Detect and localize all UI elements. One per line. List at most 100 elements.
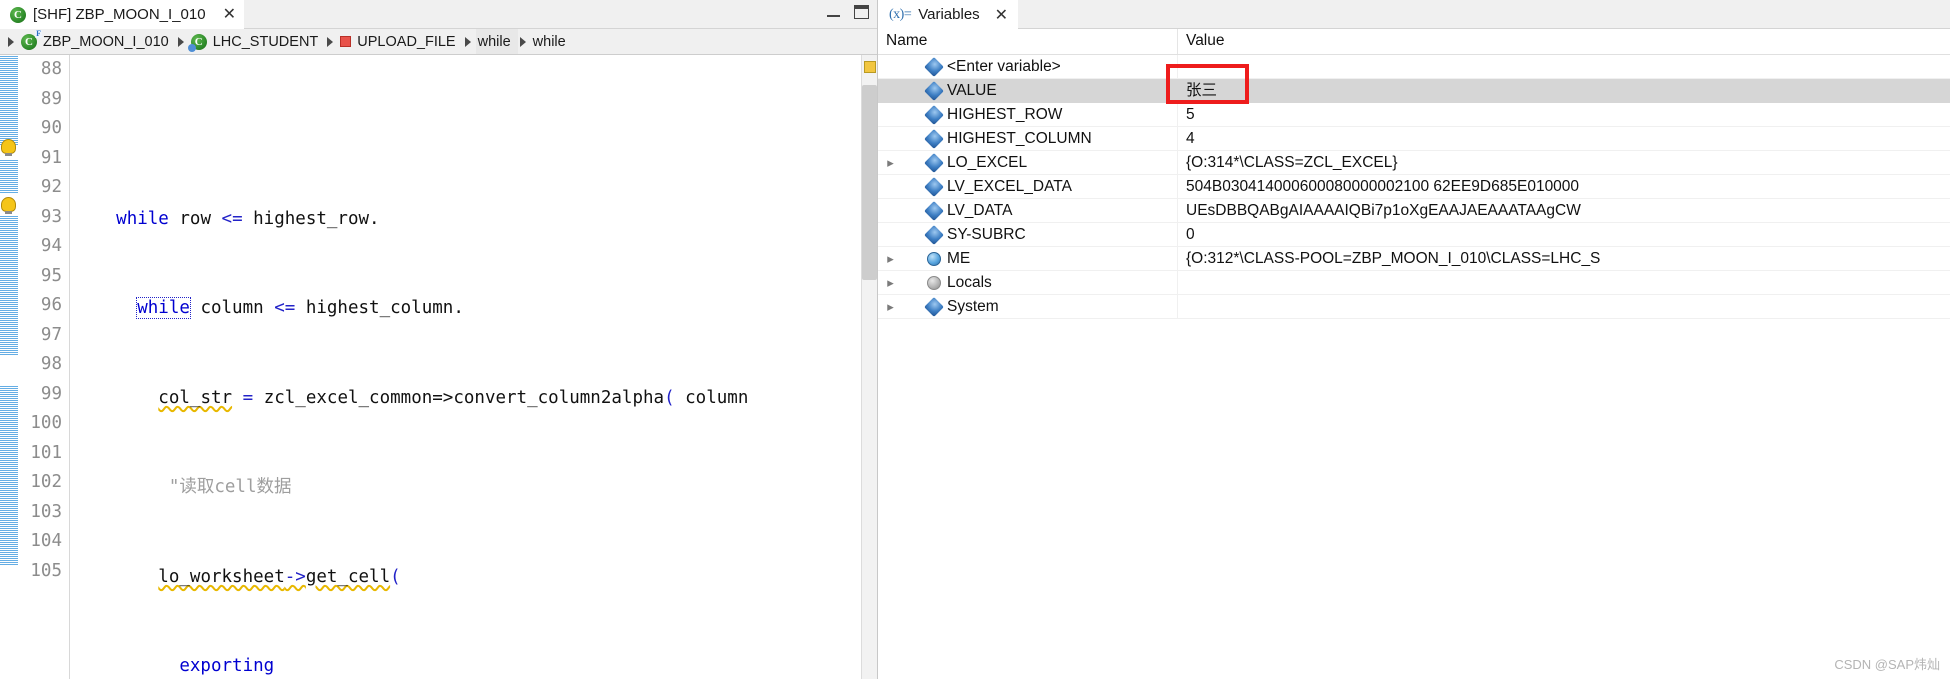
chevron-right-icon[interactable]: ▸ bbox=[884, 252, 897, 265]
editor-tab-bar: C [SHF] ZBP_MOON_I_010 ✕ bbox=[0, 0, 877, 29]
breadcrumb-item-upload-file[interactable]: UPLOAD_FILE bbox=[338, 29, 462, 54]
editor-scrollbar-thumb[interactable] bbox=[862, 85, 877, 280]
eclipse-adt-window: C [SHF] ZBP_MOON_I_010 ✕ C ZBP_MOON_I_01… bbox=[0, 0, 1950, 679]
variable-name-cell: ▸ LV_EXCEL_DATA bbox=[878, 174, 1178, 199]
token-operator: = bbox=[242, 387, 254, 408]
chevron-right-icon[interactable]: ▸ bbox=[884, 300, 897, 313]
code-line-91[interactable]: col_str = zcl_excel_common=>convert_colu… bbox=[70, 384, 861, 414]
token-paren: ( bbox=[664, 387, 686, 408]
variable-value[interactable]: 4 bbox=[1178, 127, 1950, 151]
line-number: 96 bbox=[40, 295, 62, 315]
breadcrumb-item-lhc-student[interactable]: C LHC_STUDENT bbox=[187, 29, 326, 54]
scope-icon bbox=[927, 275, 941, 290]
breadcrumb: C ZBP_MOON_I_010 C LHC_STUDENT UPLOAD_FI… bbox=[0, 29, 877, 55]
editor-tab-zbp-moon-i-010[interactable]: C [SHF] ZBP_MOON_I_010 ✕ bbox=[0, 0, 244, 29]
token-text: row bbox=[168, 208, 222, 229]
table-row[interactable]: ▸ HIGHEST_ROW 5 bbox=[878, 102, 1950, 127]
variable-name-cell: ▸ Locals bbox=[878, 270, 1178, 295]
source-code[interactable]: while row <= highest_row. while column <… bbox=[70, 55, 861, 679]
token-text: zcl_excel_common=>convert_column2alpha bbox=[253, 387, 665, 408]
token-text: column bbox=[189, 298, 275, 318]
token-operator: <= bbox=[221, 208, 243, 229]
breadcrumb-item-zbp-moon-i-010[interactable]: C ZBP_MOON_I_010 bbox=[19, 29, 176, 54]
minimize-icon[interactable] bbox=[827, 8, 840, 17]
line-number: 101 bbox=[30, 442, 62, 463]
variable-value-highlighted[interactable]: 张三 bbox=[1178, 79, 1950, 103]
close-icon[interactable]: ✕ bbox=[223, 6, 236, 23]
column-header-value[interactable]: Value bbox=[1178, 29, 1950, 54]
variable-name-cell: ▸ System bbox=[878, 294, 1178, 319]
variable-name: HIGHEST_ROW bbox=[947, 105, 1063, 123]
variable-value[interactable]: {O:312*\CLASS-POOL=ZBP_MOON_I_010\CLASS=… bbox=[1178, 247, 1950, 271]
token-text: highest_row. bbox=[242, 208, 380, 229]
close-icon[interactable]: ✕ bbox=[995, 5, 1008, 25]
column-header-name[interactable]: Name bbox=[878, 29, 1178, 54]
breadcrumb-item-while-inner[interactable]: while bbox=[531, 29, 573, 54]
warning-bulb-icon-1[interactable] bbox=[1, 139, 16, 156]
variable-value[interactable] bbox=[1178, 271, 1950, 295]
editor-window-controls bbox=[827, 5, 869, 19]
code-line-94[interactable]: exporting bbox=[70, 652, 861, 679]
change-marker-1 bbox=[0, 55, 18, 145]
table-row[interactable]: ▸ Locals bbox=[878, 270, 1950, 295]
variables-pane: (x)= Variables ✕ Name Value ▸ <Enter var… bbox=[878, 0, 1950, 679]
token-text: highest_column. bbox=[295, 298, 464, 318]
line-number: 95 bbox=[40, 265, 62, 286]
code-line-92[interactable]: "读取cell数据 bbox=[70, 473, 861, 503]
chevron-right-icon[interactable]: ▸ bbox=[884, 276, 897, 289]
variable-value[interactable] bbox=[1178, 55, 1950, 79]
variables-tab-label: Variables bbox=[918, 6, 980, 23]
variables-icon: (x)= bbox=[889, 6, 912, 22]
breadcrumb-label-2: UPLOAD_FILE bbox=[357, 33, 456, 50]
variable-value[interactable]: 0 bbox=[1178, 223, 1950, 247]
line-number: 100 bbox=[30, 413, 62, 433]
overview-ruler[interactable] bbox=[861, 55, 877, 679]
table-row[interactable]: ▸ LO_EXCEL {O:314*\CLASS=ZCL_EXCEL} bbox=[878, 150, 1950, 175]
token-keyword-while-focused: while bbox=[136, 297, 191, 319]
editor-pane: C [SHF] ZBP_MOON_I_010 ✕ C ZBP_MOON_I_01… bbox=[0, 0, 878, 679]
warning-bulb-icon-2[interactable] bbox=[1, 197, 16, 214]
table-row[interactable]: ▸ SY-SUBRC 0 bbox=[878, 222, 1950, 247]
token-operator: <= bbox=[274, 298, 296, 318]
variable-name: ME bbox=[947, 249, 971, 267]
table-row[interactable]: ▸ <Enter variable> bbox=[878, 54, 1950, 79]
code-line-89[interactable]: while row <= highest_row. bbox=[70, 205, 861, 235]
table-row[interactable]: ▸ System bbox=[878, 294, 1950, 319]
table-row[interactable]: ▸ LV_DATA UEsDBBQABgAIAAAAIQBi7p1oXgEAAJ… bbox=[878, 198, 1950, 223]
chevron-right-icon[interactable]: ▸ bbox=[884, 156, 897, 169]
object-icon bbox=[927, 251, 941, 266]
maximize-icon[interactable] bbox=[854, 5, 869, 19]
variable-name-cell: ▸ VALUE bbox=[878, 78, 1178, 103]
table-row[interactable]: ▸ HIGHEST_COLUMN 4 bbox=[878, 126, 1950, 151]
tab-variables[interactable]: (x)= Variables ✕ bbox=[878, 0, 1019, 29]
warning-marker-top[interactable] bbox=[864, 61, 876, 73]
variable-value[interactable]: 5 bbox=[1178, 103, 1950, 127]
line-number: 94 bbox=[40, 236, 62, 256]
variable-name: LO_EXCEL bbox=[947, 153, 1028, 171]
variable-name-cell: ▸ LO_EXCEL bbox=[878, 150, 1178, 175]
editor-tab-label: [SHF] ZBP_MOON_I_010 bbox=[33, 6, 206, 23]
variable-name: SY-SUBRC bbox=[947, 225, 1026, 243]
variable-name: VALUE bbox=[947, 81, 997, 99]
code-line-90[interactable]: while column <= highest_column. bbox=[70, 294, 861, 324]
table-row-value-selected[interactable]: ▸ VALUE 张三 bbox=[878, 78, 1950, 103]
line-number: 89 bbox=[40, 88, 62, 109]
code-line-93[interactable]: lo_worksheet->get_cell( bbox=[70, 563, 861, 593]
token-keyword-exporting: exporting bbox=[179, 656, 275, 676]
table-row[interactable]: ▸ ME {O:312*\CLASS-POOL=ZBP_MOON_I_010\C… bbox=[878, 246, 1950, 271]
line-number: 91 bbox=[40, 147, 62, 168]
change-marker-4 bbox=[0, 385, 18, 565]
line-number: 103 bbox=[30, 501, 62, 522]
variable-value[interactable] bbox=[1178, 295, 1950, 319]
watermark: CSDN @SAP炜灿 bbox=[1834, 657, 1940, 672]
variable-value[interactable]: 504B030414000600080000002100 62EE9D685E0… bbox=[1178, 175, 1950, 199]
breadcrumb-label-3: while bbox=[477, 33, 511, 50]
variable-value[interactable]: UEsDBBQABgAIAAAAIQBi7p1oXgEAAJAEAAATAAgC… bbox=[1178, 199, 1950, 223]
code-line-88[interactable] bbox=[70, 115, 861, 145]
line-number-gutter: 88 89 90 91 92 93 94 95 96 97 98 99 100 … bbox=[18, 55, 70, 679]
table-row[interactable]: ▸ LV_EXCEL_DATA 504B03041400060008000000… bbox=[878, 174, 1950, 199]
change-marker-2 bbox=[0, 159, 18, 193]
variable-value[interactable]: {O:314*\CLASS=ZCL_EXCEL} bbox=[1178, 151, 1950, 175]
breadcrumb-item-while-outer[interactable]: while bbox=[475, 29, 518, 54]
breadcrumb-label-1: LHC_STUDENT bbox=[212, 33, 319, 50]
